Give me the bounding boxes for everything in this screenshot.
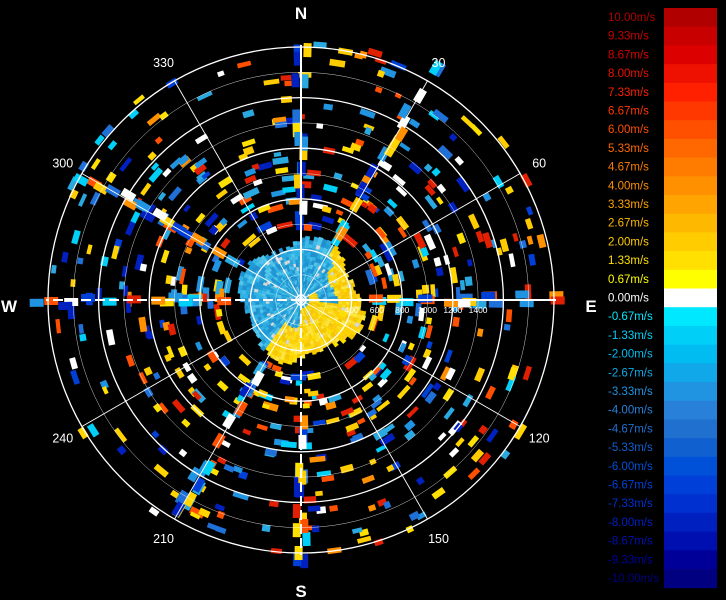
colorbar-swatch <box>664 120 717 140</box>
colorbar-label: -7.33m/s <box>608 498 653 510</box>
colorbar-label: 2.67m/s <box>608 218 649 230</box>
colorbar-swatch <box>664 232 717 252</box>
colorbar-swatch <box>664 101 717 121</box>
colorbar-label: -5.33m/s <box>608 442 653 454</box>
colorbar-label: -6.67m/s <box>608 480 653 492</box>
colorbar-swatch <box>664 8 717 28</box>
colorbar-label: -8.00m/s <box>608 517 653 529</box>
colorbar-label: 6.67m/s <box>608 106 649 118</box>
colorbar-swatch <box>664 325 717 346</box>
colorbar-label: 4.00m/s <box>608 180 649 192</box>
colorbar-swatch <box>664 419 717 439</box>
colorbar-labels: 10.00m/s 9.33m/s 8.67m/s 8.00m/s 7.33m/s 6.67… <box>608 12 659 585</box>
colorbar-swatch <box>664 494 717 514</box>
colorbar-label: -6.00m/s <box>608 461 653 473</box>
colorbar-label: -3.33m/s <box>608 386 653 398</box>
colorbar-label: 8.00m/s <box>608 68 649 80</box>
colorbar-swatch <box>664 288 717 308</box>
colorbar-swatches <box>664 8 717 589</box>
colorbar-swatch <box>664 363 717 383</box>
colorbar-label: -4.67m/s <box>608 423 653 435</box>
colorbar-label: 0.67m/s <box>608 274 649 286</box>
colorbar-swatch <box>664 382 717 402</box>
colorbar-swatch <box>664 213 717 233</box>
colorbar-label: 9.33m/s <box>608 31 649 43</box>
colorbar-label: 5.33m/s <box>608 143 649 155</box>
colorbar-swatch <box>664 269 717 289</box>
colorbar-swatch <box>664 344 717 364</box>
colorbar-label: 7.33m/s <box>608 87 649 99</box>
colorbar-swatch <box>664 26 717 46</box>
colorbar-swatch <box>664 512 717 533</box>
colorbar-swatch <box>664 550 717 570</box>
colorbar-label: -4.00m/s <box>608 405 653 417</box>
colorbar-swatch <box>664 531 717 551</box>
colorbar-label: -1.33m/s <box>608 330 653 342</box>
colorbar-swatch <box>664 64 717 84</box>
colorbar-label: -9.33m/s <box>608 554 653 566</box>
colorbar-label: -10.00m/s <box>608 573 659 585</box>
colorbar-swatch <box>664 195 717 215</box>
colorbar-legend: 10.00m/s 9.33m/s 8.67m/s 8.00m/s 7.33m/s 6.67… <box>608 8 717 589</box>
colorbar-label: -8.67m/s <box>608 536 653 548</box>
colorbar-swatch <box>664 307 717 327</box>
colorbar-swatch <box>664 251 717 271</box>
colorbar-swatch <box>664 82 717 102</box>
colorbar-label: 1.33m/s <box>608 255 649 267</box>
colorbar-swatch <box>664 438 717 458</box>
colorbar-swatch <box>664 157 717 177</box>
colorbar-label: 2.00m/s <box>608 236 649 248</box>
colorbar-label: 0.00m/s <box>608 293 649 305</box>
colorbar-swatch <box>664 176 717 196</box>
colorbar-swatch <box>664 400 717 420</box>
colorbar-swatch <box>664 138 717 159</box>
colorbar-label: 10.00m/s <box>608 12 656 24</box>
colorbar-label: 3.33m/s <box>608 199 649 211</box>
colorbar-swatch <box>664 456 717 476</box>
colorbar-label: 6.00m/s <box>608 124 649 136</box>
colorbar-label: -2.00m/s <box>608 349 653 361</box>
colorbar-label: 4.67m/s <box>608 162 649 174</box>
colorbar-swatch <box>664 569 717 589</box>
colorbar-label: -0.67m/s <box>608 311 653 323</box>
colorbar-label: 8.67m/s <box>608 49 649 61</box>
colorbar-swatch <box>664 45 717 65</box>
colorbar-swatch <box>664 475 717 495</box>
colorbar-label: -2.67m/s <box>608 367 653 379</box>
